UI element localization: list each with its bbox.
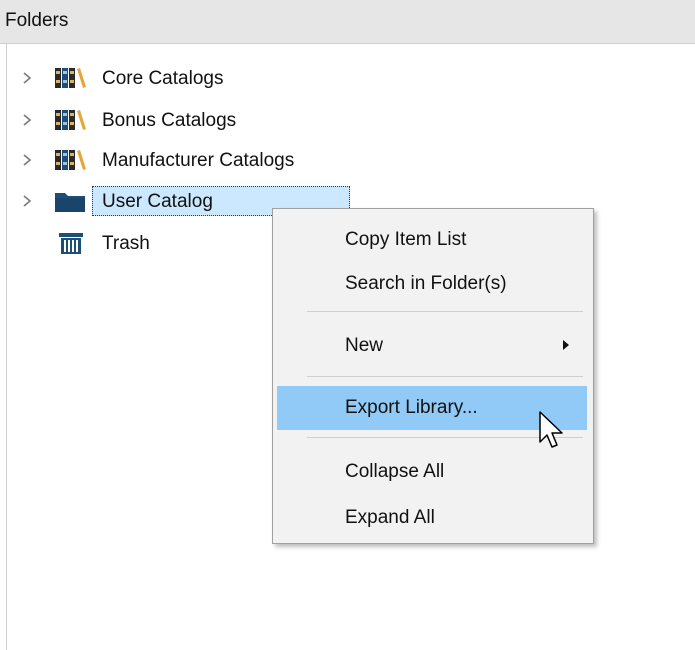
tree-item-label: Trash [102, 233, 150, 254]
panel-title: Folders [5, 10, 69, 31]
menu-item-label: Collapse All [345, 461, 445, 482]
chevron-right-icon[interactable] [20, 191, 34, 211]
chevron-right-icon[interactable] [20, 110, 34, 130]
menu-item-search-in-folders[interactable]: Search in Folder(s) [277, 262, 587, 306]
books-icon [55, 110, 86, 130]
menu-item-new[interactable]: New [277, 324, 587, 368]
books-icon [55, 68, 86, 88]
folder-icon [55, 193, 85, 212]
tree-item-label: Core Catalogs [102, 68, 224, 89]
tree-item-core-catalogs[interactable]: Core Catalogs [14, 61, 414, 95]
menu-item-copy-item-list[interactable]: Copy Item List [277, 218, 587, 262]
panel-header: Folders [0, 0, 695, 44]
tree-item-manufacturer-catalogs[interactable]: Manufacturer Catalogs [14, 143, 414, 177]
chevron-right-icon[interactable] [20, 150, 34, 170]
tree-item-bonus-catalogs[interactable]: Bonus Catalogs [14, 103, 414, 137]
books-icon [55, 150, 86, 170]
menu-item-collapse-all[interactable]: Collapse All [277, 450, 587, 494]
tree-item-label: User Catalog [102, 191, 213, 212]
menu-item-label: New [345, 335, 384, 356]
menu-item-expand-all[interactable]: Expand All [277, 496, 587, 540]
context-menu: Copy Item List Search in Folder(s) New E… [272, 208, 594, 544]
menu-separator [307, 311, 583, 312]
menu-separator [307, 376, 583, 377]
tree-item-label: Manufacturer Catalogs [102, 150, 295, 171]
chevron-right-icon[interactable] [20, 68, 34, 88]
menu-item-label: Search in Folder(s) [345, 273, 507, 294]
menu-item-label: Expand All [345, 507, 435, 528]
submenu-arrow-icon [563, 340, 569, 350]
tree-border [6, 44, 7, 650]
menu-item-label: Export Library... [345, 397, 478, 418]
menu-item-label: Copy Item List [345, 229, 467, 250]
trash-icon [59, 233, 83, 254]
tree-item-label: Bonus Catalogs [102, 110, 237, 131]
folders-panel: Folders Core Catalogs Bonus Catalogs Man… [0, 0, 695, 650]
mouse-pointer-icon [539, 411, 563, 448]
